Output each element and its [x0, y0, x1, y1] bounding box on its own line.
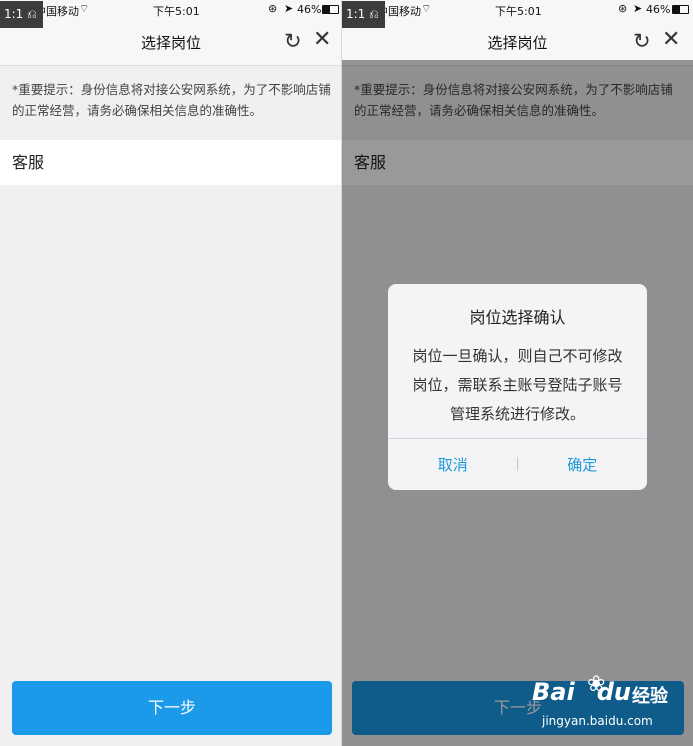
close-icon[interactable]: ✕	[662, 29, 680, 51]
battery-icon	[322, 5, 339, 14]
wifi-icon: ⌔	[421, 2, 432, 15]
wifi-icon: ⌔	[79, 2, 90, 15]
cancel-button[interactable]: 取消	[388, 439, 518, 490]
paw-icon: ❀	[587, 672, 606, 697]
watermark-logo: Bai du	[532, 678, 631, 706]
confirm-button[interactable]: 确定	[518, 439, 648, 490]
next-button[interactable]: 下一步	[12, 681, 332, 735]
battery-percent: 46%	[646, 3, 671, 16]
nav-bar: 选择岗位 ↻ ✕	[0, 20, 342, 66]
watermark-product: 经验	[632, 686, 668, 707]
clock: 下午5:01	[495, 5, 542, 18]
orientation-lock-icon: ⊛	[268, 2, 278, 15]
zoom-badge: 1:1 ⎌	[342, 1, 385, 28]
status-bar: 1:1 ⎌ 中国移动 ⌔ 下午5:01 ⊛ ➤ 46%	[0, 0, 342, 28]
confirm-dialog: 岗位选择确认 岗位一旦确认，则自己不可修改岗位，需联系主账号登陆子账号管理系统进…	[388, 284, 647, 490]
dialog-button-row: 取消 确定	[388, 438, 647, 490]
right-screen: 1:1 ⎌ 中国移动 ⌔ 下午5:01 ⊛ ➤ 46% 选择岗位 ↻ ✕ *重要…	[342, 0, 693, 746]
watermark-url: jingyan.baidu.com	[542, 714, 653, 728]
location-icon: ➤	[633, 2, 643, 15]
zoom-badge: 1:1 ⎌	[0, 1, 43, 28]
notice-text: *重要提示：身份信息将对接公安网系统，为了不影响店铺的正常经营，请务必确保相关信…	[12, 82, 331, 118]
status-bar: 1:1 ⎌ 中国移动 ⌔ 下午5:01 ⊛ ➤ 46%	[342, 0, 693, 28]
location-icon: ➤	[284, 2, 294, 15]
close-icon[interactable]: ✕	[313, 29, 331, 51]
refresh-icon[interactable]: ↻	[633, 30, 651, 52]
battery-percent: 46%	[297, 3, 322, 16]
clock: 下午5:01	[153, 5, 200, 18]
dialog-title: 岗位选择确认	[469, 308, 566, 327]
left-screen: 1:1 ⎌ 中国移动 ⌔ 下午5:01 ⊛ ➤ 46% 选择岗位 ↻ ✕ *重要…	[0, 0, 342, 746]
battery-icon	[672, 5, 689, 14]
baidu-watermark: Bai du ❀ 经验 jingyan.baidu.com	[532, 672, 692, 742]
dialog-message: 岗位一旦确认，则自己不可修改岗位，需联系主账号登陆子账号管理系统进行修改。	[412, 347, 623, 423]
list-item-kefu[interactable]: 客服	[0, 140, 342, 185]
refresh-icon[interactable]: ↻	[284, 30, 302, 52]
orientation-lock-icon: ⊛	[618, 2, 628, 15]
button-separator	[517, 457, 518, 471]
